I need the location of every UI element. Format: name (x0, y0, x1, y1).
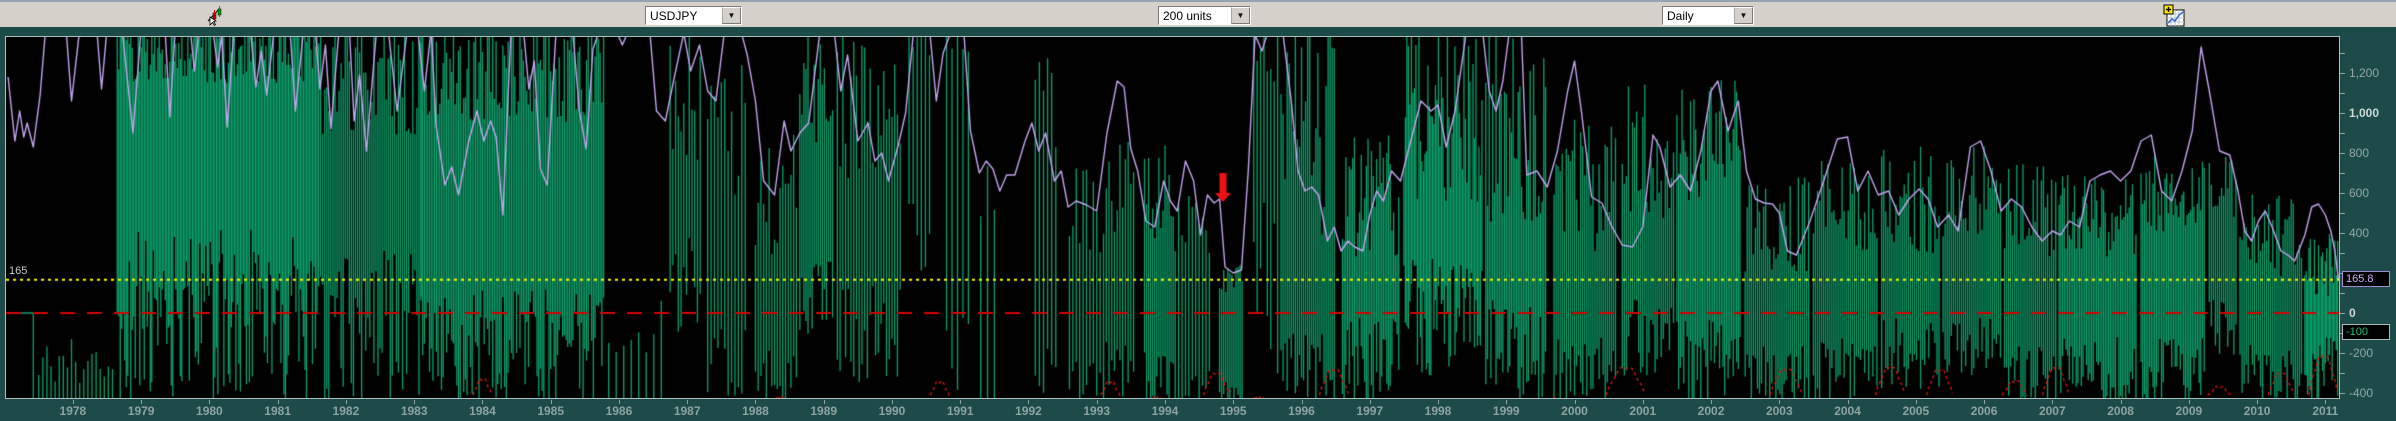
y-axis-label: 400 (2349, 226, 2369, 240)
y-axis-tick (2340, 253, 2345, 254)
y-axis-tick (2340, 313, 2345, 314)
y-axis-label: 800 (2349, 146, 2369, 160)
chart-panel: 165 1978 1979 1980 1981 1982 1983 1984 1985 1986… (0, 27, 2396, 421)
trading-app-window: USDJPY ▼ 200 units ▼ Daily ▼ (0, 0, 2396, 421)
x-axis-year-label: 1980 (196, 404, 223, 418)
left-level-label: 165 (9, 265, 27, 277)
x-axis-year-label: 1983 (401, 404, 428, 418)
x-axis-year-label: 1987 (674, 404, 701, 418)
toolbar: USDJPY ▼ 200 units ▼ Daily ▼ (0, 0, 2396, 27)
y-axis-tick (2340, 373, 2345, 374)
y-axis-tick (2340, 173, 2345, 174)
x-axis-year-label: 1995 (1220, 404, 1247, 418)
instrument-select[interactable]: USDJPY ▼ (645, 6, 742, 25)
y-axis-tick (2340, 113, 2345, 114)
x-axis-year-label: 1999 (1493, 404, 1520, 418)
x-axis-year-label: 2006 (1971, 404, 1998, 418)
x-axis-year-label: 2000 (1561, 404, 1588, 418)
y-axis-tick (2340, 53, 2345, 54)
x-axis-year-label: 1990 (879, 404, 906, 418)
y-axis-tick (2340, 73, 2345, 74)
x-axis-year-label: 2002 (1698, 404, 1725, 418)
x-axis-year-label: 2009 (2175, 404, 2202, 418)
x-axis-year-label: 1991 (947, 404, 974, 418)
x-axis-year-label: 1986 (606, 404, 633, 418)
y-axis-label: -200 (2349, 346, 2373, 360)
y-axis-tick (2340, 213, 2345, 214)
y-axis-label: 0 (2349, 306, 2356, 320)
units-select[interactable]: 200 units ▼ (1158, 6, 1251, 25)
x-axis-year-label: 1978 (60, 404, 87, 418)
timeframe-value: Daily (1663, 7, 1734, 24)
y-axis-tick (2340, 293, 2345, 294)
y-axis-tick (2340, 393, 2345, 394)
x-axis-year-label: 2003 (1766, 404, 1793, 418)
y-axis-tick (2340, 93, 2345, 94)
units-dropdown-arrow[interactable]: ▼ (1231, 7, 1250, 24)
x-axis-year-label: 1998 (1425, 404, 1452, 418)
units-value: 200 units (1159, 7, 1231, 24)
y-axis-tick (2340, 153, 2345, 154)
instrument-dropdown-arrow[interactable]: ▼ (722, 7, 741, 24)
x-axis-year-label: 1997 (1356, 404, 1383, 418)
x-axis-year-label: 2005 (1902, 404, 1929, 418)
plot-area: 165 (5, 36, 2340, 399)
price-tag-165.8: 165.8 (2342, 271, 2390, 287)
x-axis-year-label: 2011 (2312, 404, 2338, 418)
timeframe-select[interactable]: Daily ▼ (1662, 6, 1754, 25)
y-axis-tick (2340, 193, 2345, 194)
x-axis-year-label: 1988 (742, 404, 769, 418)
y-axis-label: 1,200 (2349, 66, 2379, 80)
x-axis-year-label: 1981 (264, 404, 291, 418)
x-axis-year-label: 1985 (537, 404, 564, 418)
x-axis-year-label: 2004 (1834, 404, 1861, 418)
y-axis-label: -400 (2349, 386, 2373, 400)
x-axis-year-label: 1984 (469, 404, 496, 418)
y-axis-tick (2340, 233, 2345, 234)
x-axis-year-label: 1996 (1288, 404, 1315, 418)
x-axis-year-label: 1993 (1083, 404, 1110, 418)
instrument-value: USDJPY (646, 7, 722, 24)
x-axis-year-label: 1994 (1152, 404, 1179, 418)
y-axis-tick (2340, 353, 2345, 354)
y-axis-label: 1,000 (2349, 106, 2379, 120)
add-chart-plus-icon[interactable] (2162, 4, 2184, 26)
x-axis-year-label: 1979 (128, 404, 155, 418)
x-axis-year-label: 2007 (2039, 404, 2066, 418)
y-axis-label: 600 (2349, 186, 2369, 200)
x-axis-year-label: 2001 (1629, 404, 1656, 418)
x-axis-year-label: 2010 (2244, 404, 2271, 418)
price-tag--100: -100 (2342, 324, 2390, 340)
candlestick-cursor-icon[interactable] (205, 5, 227, 27)
chart-canvas[interactable] (6, 37, 2339, 398)
x-axis-year-label: 2008 (2107, 404, 2134, 418)
timeframe-dropdown-arrow[interactable]: ▼ (1734, 7, 1753, 24)
x-axis-year-label: 1992 (1015, 404, 1042, 418)
x-axis-year-label: 1989 (810, 404, 837, 418)
x-axis: 1978 1979 1980 1981 1982 1983 1984 1985 1986 1987… (0, 400, 2396, 421)
x-axis-year-label: 1982 (333, 404, 360, 418)
y-axis-tick (2340, 133, 2345, 134)
